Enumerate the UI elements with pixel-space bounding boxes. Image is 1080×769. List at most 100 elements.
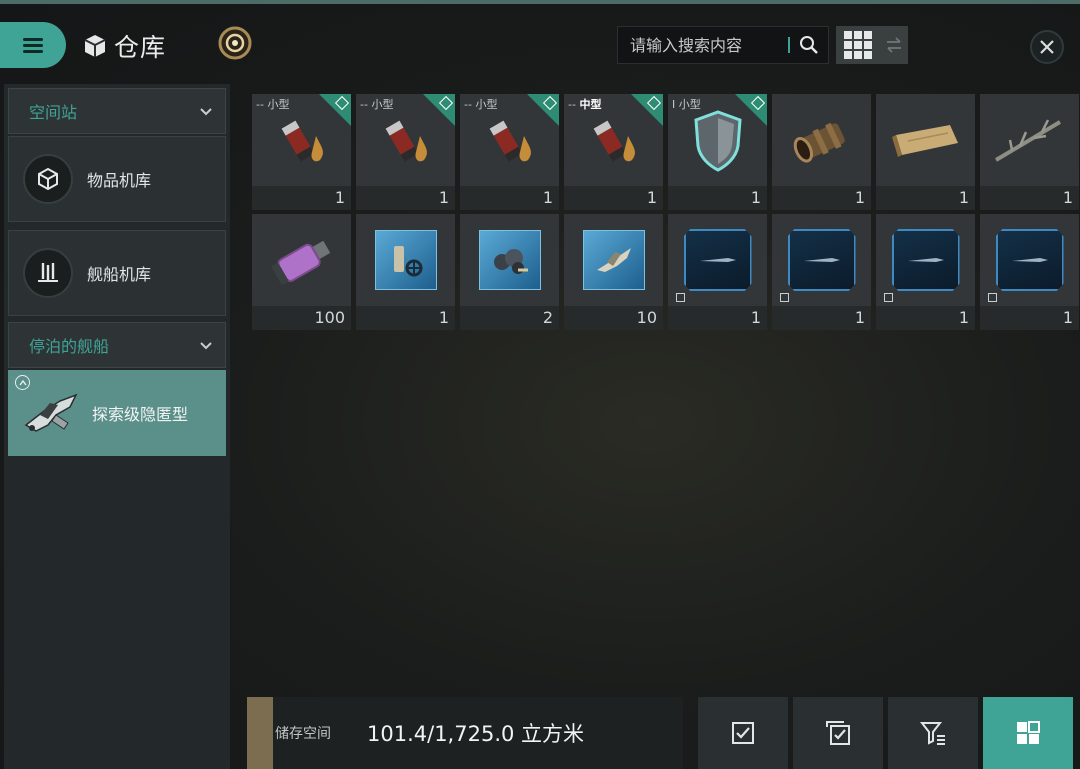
- item-slot[interactable]: 1: [980, 94, 1079, 210]
- sidebar-item-label: 物品机库: [87, 171, 152, 190]
- storage-label: 储存空间: [275, 726, 331, 742]
- active-ship-badge-icon: [15, 375, 30, 390]
- item-quantity: 1: [876, 306, 975, 330]
- sidebar: 空间站 物品机库 舰船机库 停泊的舰船 探索级隐匿型: [4, 84, 230, 769]
- item-slot[interactable]: -- 小型 1: [356, 94, 455, 210]
- top-border: [0, 0, 1080, 4]
- size-tag: -- 中型: [568, 98, 602, 111]
- close-icon: [1040, 40, 1054, 54]
- menu-button[interactable]: [0, 22, 66, 68]
- ore-tile-icon: [460, 214, 559, 306]
- item-slot[interactable]: I 小型 1: [668, 94, 767, 210]
- size-tag: -- 小型: [464, 98, 498, 111]
- size-tag: -- 小型: [360, 98, 394, 111]
- chevron-down-icon: [200, 342, 212, 350]
- ship-tile-icon: [564, 214, 663, 306]
- scroll-icon: [876, 94, 975, 186]
- search-box[interactable]: [617, 26, 829, 64]
- unpackaged-icon: [676, 293, 685, 302]
- tag-corner: [527, 94, 559, 126]
- grid-icon: [844, 31, 872, 59]
- multi-select-button[interactable]: [793, 697, 883, 769]
- tool-tile-icon: [356, 214, 455, 306]
- search-divider: [788, 37, 790, 53]
- view-toggle: [836, 26, 908, 64]
- item-quantity: 100: [252, 306, 351, 330]
- item-quantity: 1: [668, 186, 767, 210]
- item-slot[interactable]: 1: [668, 214, 767, 330]
- tag-corner: [319, 94, 351, 126]
- layout-button[interactable]: [983, 697, 1073, 769]
- section-station-header[interactable]: 空间站: [8, 88, 226, 134]
- section-station-label: 空间站: [29, 103, 78, 122]
- item-slot[interactable]: 1: [980, 214, 1079, 330]
- multi-checkbox-icon: [826, 721, 850, 745]
- section-docked-label: 停泊的舰船: [29, 337, 110, 356]
- grid-view-button[interactable]: [836, 26, 880, 64]
- item-quantity: 2: [460, 306, 559, 330]
- unpackaged-icon: [988, 293, 997, 302]
- section-docked-header[interactable]: 停泊的舰船: [8, 322, 226, 368]
- filter-icon: [919, 722, 945, 745]
- item-quantity: 1: [356, 186, 455, 210]
- layout-icon: [1017, 721, 1040, 744]
- tag-corner: [631, 94, 663, 126]
- frigate-ship-icon: [24, 393, 78, 432]
- sidebar-item-item-hangar[interactable]: 物品机库: [8, 136, 226, 222]
- sidebar-item-ship-hangar[interactable]: 舰船机库: [8, 230, 226, 316]
- swap-icon: [887, 37, 901, 53]
- item-quantity: 1: [460, 186, 559, 210]
- item-slot[interactable]: 2: [460, 214, 559, 330]
- search-input[interactable]: [628, 34, 782, 56]
- cube-icon: [84, 35, 106, 57]
- page-title: 仓库: [114, 33, 167, 62]
- item-quantity: 1: [356, 306, 455, 330]
- beacon-icon[interactable]: [216, 24, 254, 62]
- item-slot[interactable]: -- 中型 1: [564, 94, 663, 210]
- select-button[interactable]: [698, 697, 788, 769]
- ship-name: 探索级隐匿型: [92, 405, 189, 424]
- unpackaged-icon: [884, 293, 893, 302]
- item-quantity: 1: [980, 306, 1079, 330]
- size-tag: -- 小型: [256, 98, 290, 111]
- item-slot[interactable]: 1: [876, 214, 975, 330]
- item-quantity: 1: [980, 186, 1079, 210]
- item-quantity: 1: [668, 306, 767, 330]
- item-slot[interactable]: 1: [772, 94, 871, 210]
- item-quantity: 1: [564, 186, 663, 210]
- checkbox-icon: [732, 722, 754, 744]
- hamburger-icon: [23, 35, 43, 56]
- storage-capacity: 储存空间 101.4/1,725.0 立方米: [247, 697, 683, 769]
- unpackaged-icon: [780, 293, 789, 302]
- item-quantity: 1: [772, 186, 871, 210]
- item-slot[interactable]: 100: [252, 214, 351, 330]
- swap-view-button[interactable]: [880, 26, 908, 64]
- tube-icon: [772, 94, 871, 186]
- chevron-down-icon: [200, 108, 212, 116]
- filter-button[interactable]: [888, 697, 978, 769]
- item-quantity: 1: [252, 186, 351, 210]
- item-slot[interactable]: -- 小型 1: [252, 94, 351, 210]
- bottle-icon: [252, 214, 351, 306]
- item-slot[interactable]: 1: [876, 94, 975, 210]
- sidebar-item-label: 舰船机库: [87, 265, 152, 284]
- tag-corner: [735, 94, 767, 126]
- docked-ship-item[interactable]: 探索级隐匿型: [8, 370, 226, 456]
- item-slot[interactable]: 1: [356, 214, 455, 330]
- page-header: 仓库: [82, 26, 166, 66]
- item-quantity: 1: [876, 186, 975, 210]
- inventory-grid: -- 小型 1 -- 小型 1 -- 小型 1 -- 中型 1 I 小型 1 1…: [252, 94, 1080, 334]
- search-icon[interactable]: [798, 34, 820, 56]
- storage-accent-bar: [247, 697, 273, 769]
- storage-value: 101.4/1,725.0 立方米: [367, 722, 585, 746]
- item-slot[interactable]: 10: [564, 214, 663, 330]
- item-quantity: 10: [564, 306, 663, 330]
- ship-hangar-icon: [23, 248, 73, 298]
- item-slot[interactable]: 1: [772, 214, 871, 330]
- branch-icon: [980, 94, 1079, 186]
- close-button[interactable]: [1030, 30, 1064, 64]
- item-slot[interactable]: -- 小型 1: [460, 94, 559, 210]
- item-hangar-icon: [23, 154, 73, 204]
- item-quantity: 1: [772, 306, 871, 330]
- size-tag: I 小型: [672, 98, 701, 111]
